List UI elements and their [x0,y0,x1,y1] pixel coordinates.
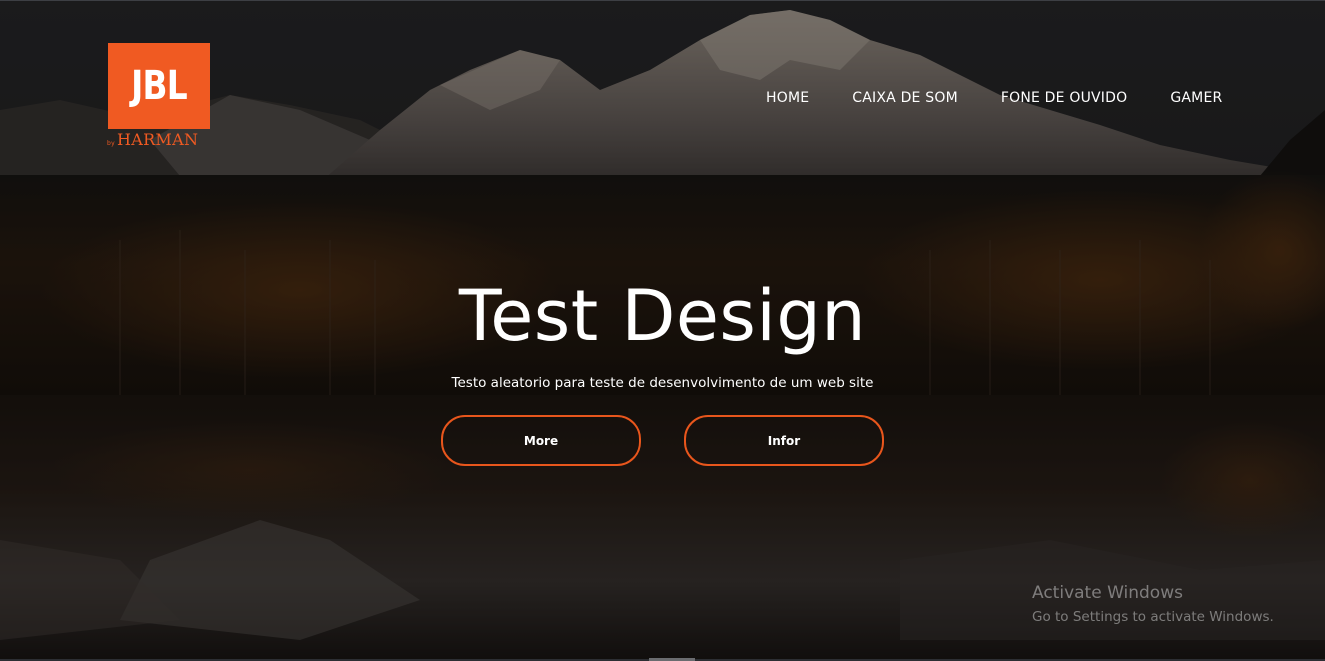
jbl-harman-logo[interactable]: JBL by HARMAN [107,43,213,151]
activate-windows-title: Activate Windows [1032,583,1183,603]
hero-title: Test Design [458,275,867,357]
activate-windows-subtitle: Go to Settings to activate Windows. [1032,609,1274,625]
logo-by-text: by [107,140,115,147]
hero-subtitle: Testo aleatorio para teste de desenvolvi… [451,375,874,391]
main-nav: HOME CAIXA DE SOM FONE DE OUVIDO GAMER [766,88,1222,108]
more-button[interactable]: More [441,415,641,466]
nav-item-fone-de-ouvido[interactable]: FONE DE OUVIDO [1001,90,1128,106]
logo-harman-line: by HARMAN [107,130,213,150]
infor-button[interactable]: Infor [684,415,884,466]
logo-harman-text: HARMAN [116,130,199,149]
landing-page: JBL by HARMAN HOME CAIXA DE SOM FONE DE … [0,0,1325,661]
nav-item-home[interactable]: HOME [766,90,809,106]
activate-windows-watermark: Activate Windows Go to Settings to activ… [1032,582,1274,628]
nav-item-caixa-de-som[interactable]: CAIXA DE SOM [852,90,958,106]
window-top-border [0,0,1325,1]
logo-jbl-text: JBL [131,63,187,109]
nav-item-gamer[interactable]: GAMER [1170,90,1222,106]
